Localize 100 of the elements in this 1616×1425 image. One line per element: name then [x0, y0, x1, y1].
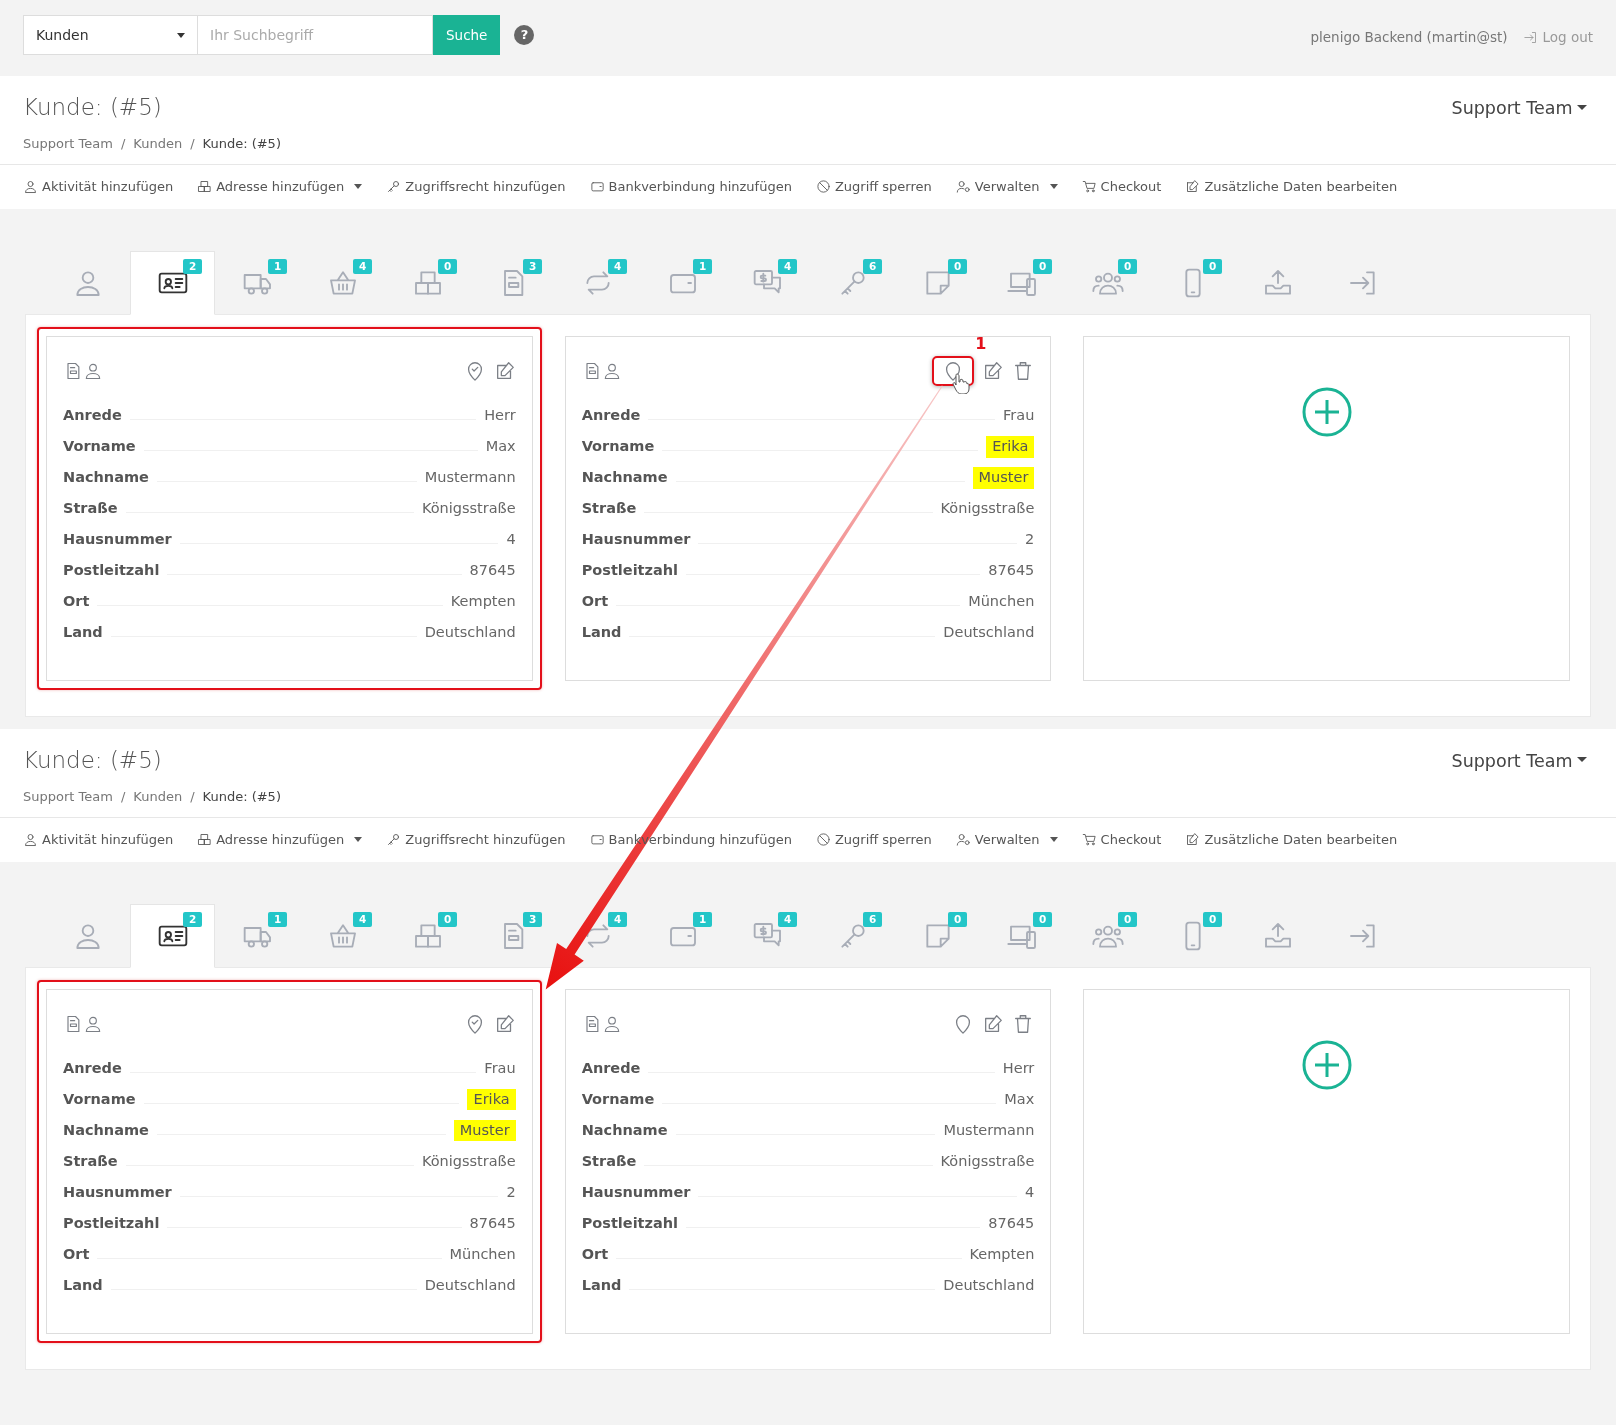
- action-link[interactable]: Adresse hinzufügen: [197, 177, 363, 197]
- field-value: Muster: [972, 466, 1035, 489]
- tab[interactable]: 0: [980, 903, 1065, 968]
- tab[interactable]: 6: [810, 250, 895, 315]
- field-value: 2: [1025, 529, 1035, 549]
- action-link[interactable]: Checkout: [1081, 177, 1162, 197]
- field-value: 87645: [988, 560, 1035, 580]
- breadcrumb-link[interactable]: Kunde: (#5): [202, 787, 281, 807]
- action-link[interactable]: Verwalten: [955, 177, 1058, 197]
- field-label: Postleitzahl: [63, 560, 160, 580]
- tab[interactable]: 4: [725, 250, 810, 315]
- tab[interactable]: 4: [725, 903, 810, 968]
- field-label: Hausnummer: [63, 1182, 172, 1202]
- tab[interactable]: 0: [1065, 250, 1150, 315]
- field-label: Postleitzahl: [581, 560, 679, 580]
- field-label: Land: [581, 622, 622, 642]
- field-value: Deutschland: [424, 1275, 516, 1295]
- tab[interactable]: 1: [640, 250, 725, 315]
- tab[interactable]: 4: [555, 250, 640, 315]
- field-label: Hausnummer: [63, 529, 172, 549]
- team-dropdown[interactable]: Support Team: [1445, 746, 1593, 775]
- tab[interactable]: 0: [385, 250, 470, 315]
- search-field[interactable]: Ihr Suchbegriff: [198, 15, 433, 55]
- edit-icon: [982, 1012, 1005, 1035]
- tab[interactable]: 0: [895, 903, 980, 968]
- add-icon[interactable]: [1301, 1039, 1352, 1090]
- field-value: Königsstraße: [940, 498, 1035, 518]
- action-link[interactable]: Zugriffsrecht hinzufügen: [386, 829, 566, 850]
- team-dropdown[interactable]: Support Team: [1445, 94, 1593, 123]
- breadcrumb-link[interactable]: Kunden: [133, 787, 183, 807]
- tab[interactable]: 0: [1150, 250, 1235, 315]
- breadcrumb-link[interactable]: Support Team: [23, 787, 113, 807]
- add-icon[interactable]: [1301, 386, 1352, 437]
- field-value: Mustermann: [943, 1120, 1035, 1140]
- breadcrumb-separator: /: [120, 135, 126, 154]
- tab[interactable]: 1: [640, 903, 725, 968]
- field-value: Max: [1004, 1089, 1035, 1109]
- scope-select[interactable]: Kunden: [23, 15, 198, 55]
- field-value: Max: [485, 436, 516, 456]
- breadcrumb-link[interactable]: Support Team: [23, 134, 113, 154]
- cart-icon: [1081, 179, 1097, 195]
- tab[interactable]: 2: [130, 250, 215, 315]
- tab[interactable]: 3: [470, 250, 555, 315]
- block-icon: [815, 179, 831, 195]
- tab[interactable]: 0: [980, 250, 1065, 315]
- field-label: Straße: [581, 1151, 637, 1171]
- field-label: Straße: [63, 1151, 118, 1171]
- count-badge: 0: [948, 911, 968, 927]
- block-icon: [815, 832, 831, 847]
- count-badge: 4: [778, 258, 798, 274]
- count-badge: 0: [1203, 911, 1223, 927]
- tab[interactable]: 0: [385, 903, 470, 968]
- field-label: Land: [581, 1275, 622, 1295]
- logout-link[interactable]: Log out: [1523, 27, 1593, 48]
- tab[interactable]: 1: [215, 903, 300, 968]
- count-badge: 2: [183, 911, 203, 927]
- action-link[interactable]: Checkout: [1081, 829, 1162, 850]
- field-label: Hausnummer: [581, 1182, 691, 1202]
- user-gear-icon: [955, 832, 971, 847]
- tab[interactable]: 0: [1065, 903, 1150, 968]
- search-button[interactable]: Suche: [433, 15, 501, 55]
- tab[interactable]: 0: [895, 250, 980, 315]
- field-label: Postleitzahl: [63, 1213, 160, 1233]
- count-badge: 4: [353, 911, 373, 927]
- field-label: Nachname: [581, 467, 668, 487]
- action-link[interactable]: Verwalten: [955, 829, 1058, 850]
- field-value: München: [449, 1244, 516, 1264]
- breadcrumb-link[interactable]: Kunde: (#5): [202, 134, 281, 154]
- tab[interactable]: 2: [130, 903, 215, 968]
- field-value: 87645: [469, 1213, 516, 1233]
- help-icon[interactable]: ?: [514, 25, 535, 45]
- field-label: Nachname: [581, 1120, 668, 1140]
- count-badge: 0: [1203, 258, 1223, 274]
- count-badge: 6: [863, 258, 883, 274]
- action-link[interactable]: Adresse hinzufügen: [197, 829, 363, 850]
- field-value: 4: [506, 529, 516, 549]
- action-link[interactable]: Aktivität hinzufügen: [23, 829, 174, 850]
- action-link[interactable]: Bankverbindung hinzufügen: [589, 177, 792, 197]
- count-badge: 4: [778, 911, 798, 927]
- action-link[interactable]: Zusätzliche Daten bearbeiten: [1185, 177, 1398, 197]
- field-label: Vorname: [63, 1089, 136, 1109]
- tab[interactable]: 3: [470, 903, 555, 968]
- field-value: Herr: [484, 405, 516, 425]
- count-badge: 0: [1033, 911, 1053, 927]
- count-badge: 6: [863, 911, 883, 927]
- breadcrumb-link[interactable]: Kunden: [133, 134, 183, 154]
- action-link[interactable]: Zugriff sperren: [815, 177, 932, 197]
- action-link[interactable]: Zugriffsrecht hinzufügen: [386, 177, 566, 197]
- action-link[interactable]: Aktivität hinzufügen: [23, 177, 174, 197]
- field-label: Hausnummer: [581, 529, 691, 549]
- action-link[interactable]: Zugriff sperren: [815, 829, 932, 850]
- tab[interactable]: 6: [810, 903, 895, 968]
- count-badge: 4: [353, 258, 373, 274]
- tab[interactable]: 4: [300, 903, 385, 968]
- count-badge: 0: [438, 911, 458, 927]
- tab[interactable]: 1: [215, 250, 300, 315]
- action-link[interactable]: Zusätzliche Daten bearbeiten: [1185, 829, 1398, 850]
- key-icon: [386, 832, 402, 847]
- tab[interactable]: 0: [1150, 903, 1235, 968]
- tab[interactable]: 4: [300, 250, 385, 315]
